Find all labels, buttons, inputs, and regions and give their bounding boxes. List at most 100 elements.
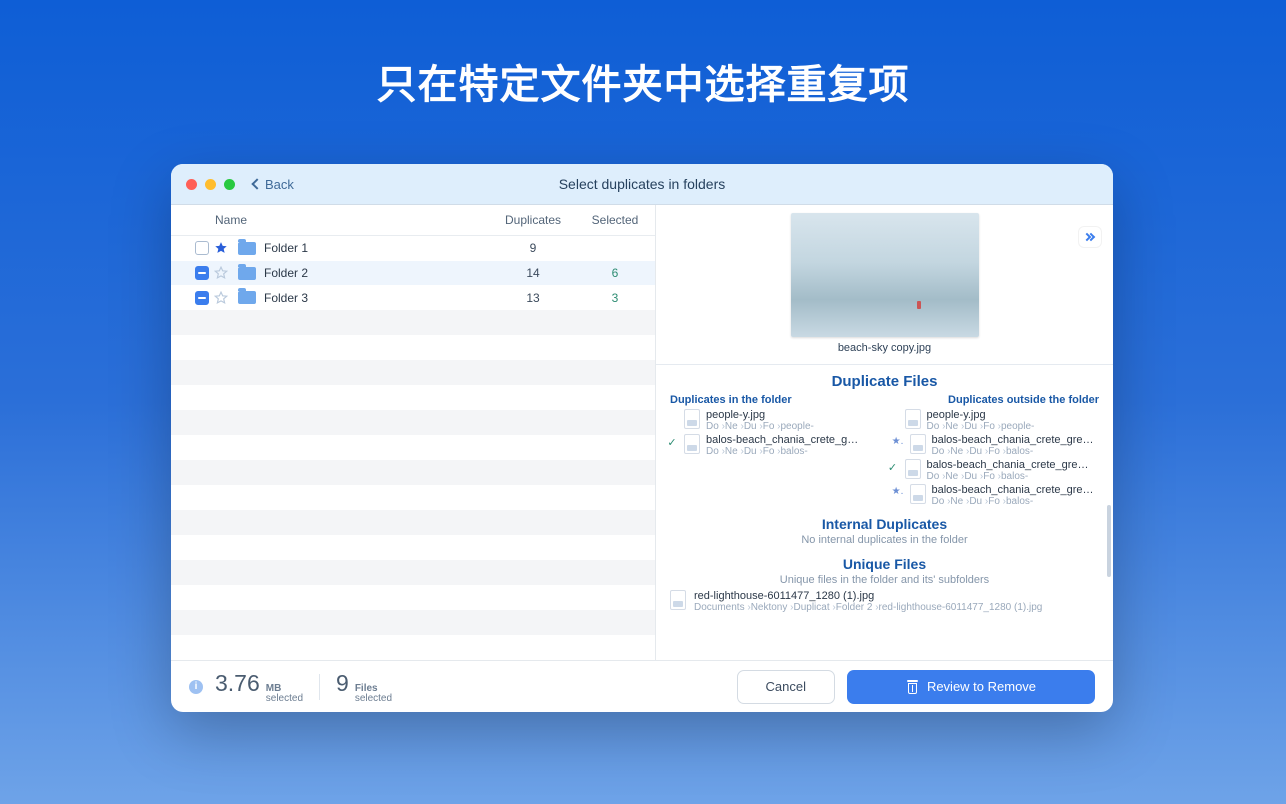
folder-name: Folder 3 [264, 291, 308, 305]
review-to-remove-button[interactable]: Review to Remove [847, 670, 1095, 704]
stat-size: 3.76 MB selected [215, 670, 303, 704]
image-file-icon [684, 409, 700, 429]
folder-name: Folder 1 [264, 241, 308, 255]
close-window-button[interactable] [186, 179, 197, 190]
window-title: Select duplicates in folders [171, 176, 1113, 192]
folder-row[interactable]: Folder 1 9 [171, 236, 655, 261]
file-path: DocumentsNektonyDuplicatFolder 2red-ligh… [694, 602, 1099, 613]
back-label: Back [265, 177, 294, 192]
header-duplicates[interactable]: Duplicates [491, 213, 575, 227]
subheader-in-folder: Duplicates in the folder [670, 394, 792, 406]
star-icon[interactable]: ★. [892, 484, 904, 498]
unique-file-item[interactable]: red-lighthouse-6011477_1280 (1).jpg Docu… [656, 586, 1113, 613]
file-name: balos-beach_chania_crete_gre… [932, 434, 1104, 446]
file-name: balos-beach_chania_crete_gre… [932, 484, 1104, 496]
file-path: DoNeDuFobalos- [706, 446, 883, 457]
folder-column-headers: Name Duplicates Selected [171, 205, 655, 236]
folder-row[interactable]: Folder 3 13 3 [171, 285, 655, 310]
duplicate-item[interactable]: people-y.jpg DoNeDuFopeople- [885, 408, 1106, 433]
app-window: Back Select duplicates in folders Name D… [171, 164, 1113, 712]
preview-filename: beach-sky copy.jpg [656, 342, 1113, 354]
duplicate-grid: people-y.jpg DoNeDuFopeople- ✓ balos-bea… [656, 408, 1113, 508]
check-icon[interactable]: ✓ [887, 459, 899, 474]
folder-row[interactable]: Folder 2 14 6 [171, 261, 655, 286]
duplicate-count: 14 [491, 266, 575, 280]
file-name: people-y.jpg [927, 409, 1104, 421]
folder-icon [238, 242, 256, 255]
stat-files-value: 9 [336, 670, 349, 697]
item-mark[interactable] [666, 409, 678, 411]
image-file-icon [905, 409, 921, 429]
stat-size-label: selected [266, 694, 303, 704]
maximize-window-button[interactable] [224, 179, 235, 190]
checkbox[interactable] [195, 266, 209, 280]
duplicate-count: 13 [491, 291, 575, 305]
duplicate-item[interactable]: people-y.jpg DoNeDuFopeople- [664, 408, 885, 433]
minimize-window-button[interactable] [205, 179, 216, 190]
back-button[interactable]: Back [253, 177, 294, 192]
duplicate-count: 9 [491, 241, 575, 255]
info-icon[interactable]: i [189, 680, 203, 694]
review-button-label: Review to Remove [927, 679, 1036, 694]
file-name: people-y.jpg [706, 409, 883, 421]
expand-preview-button[interactable] [1079, 227, 1101, 247]
duplicate-item[interactable]: ★. balos-beach_chania_crete_gre… DoNeDuF… [885, 433, 1106, 458]
main-area: Name Duplicates Selected Folder 1 9 [171, 205, 1113, 660]
star-icon[interactable]: ★. [892, 434, 904, 448]
file-path: DoNeDuFobalos- [932, 446, 1104, 457]
chevron-left-icon [251, 178, 262, 189]
duplicate-col-out: people-y.jpg DoNeDuFopeople- ★. balos-be… [885, 408, 1106, 508]
footer: i 3.76 MB selected 9 Files selected Canc… [171, 660, 1113, 712]
stat-files: 9 Files selected [336, 670, 392, 704]
duplicate-item[interactable]: ★. balos-beach_chania_crete_gre… DoNeDuF… [885, 483, 1106, 508]
internal-duplicates-title: Internal Duplicates [656, 516, 1113, 532]
stat-files-label: selected [355, 694, 392, 704]
trash-icon [906, 680, 919, 694]
stat-files-unit: Files [355, 684, 392, 694]
preview-area: beach-sky copy.jpg [656, 205, 1113, 358]
file-path: DoNeDuFopeople- [706, 421, 883, 432]
scrollbar[interactable] [1107, 505, 1111, 577]
duplicate-subheaders: Duplicates in the folder Duplicates outs… [656, 390, 1113, 408]
file-path: DoNeDuFopeople- [927, 421, 1104, 432]
image-file-icon [670, 590, 686, 610]
image-file-icon [910, 434, 926, 454]
header-name[interactable]: Name [215, 213, 247, 227]
folder-icon [238, 267, 256, 280]
selected-count: 6 [575, 266, 655, 280]
file-name: balos-beach_chania_crete_g… [706, 434, 883, 446]
duplicate-col-in: people-y.jpg DoNeDuFopeople- ✓ balos-bea… [664, 408, 885, 508]
traffic-lights [186, 179, 235, 190]
checkbox[interactable] [195, 291, 209, 305]
header-selected[interactable]: Selected [575, 213, 655, 227]
cancel-button[interactable]: Cancel [737, 670, 835, 704]
stat-size-unit: MB [266, 684, 303, 694]
file-name: balos-beach_chania_crete_gre… [927, 459, 1104, 471]
image-file-icon [910, 484, 926, 504]
duplicate-item[interactable]: ✓ balos-beach_chania_crete_gre… DoNeDuFo… [885, 458, 1106, 483]
checkbox[interactable] [195, 241, 209, 255]
stat-size-value: 3.76 [215, 670, 260, 697]
check-icon[interactable]: ✓ [666, 434, 678, 449]
selected-count: 3 [575, 291, 655, 305]
file-path: DoNeDuFobalos- [927, 471, 1104, 482]
item-mark[interactable] [887, 409, 899, 411]
image-file-icon [905, 459, 921, 479]
folder-icon [238, 291, 256, 304]
duplicate-item[interactable]: ✓ balos-beach_chania_crete_g… DoNeDuFoba… [664, 433, 885, 458]
subheader-outside-folder: Duplicates outside the folder [948, 394, 1099, 406]
star-icon[interactable] [214, 291, 228, 305]
preview-image[interactable] [791, 213, 979, 337]
file-name: red-lighthouse-6011477_1280 (1).jpg [694, 590, 1099, 602]
folder-panel: Name Duplicates Selected Folder 1 9 [171, 205, 656, 660]
duplicate-files-title: Duplicate Files [656, 373, 1113, 390]
internal-duplicates-note: No internal duplicates in the folder [656, 534, 1113, 546]
unique-files-note: Unique files in the folder and its' subf… [656, 574, 1113, 586]
star-icon[interactable] [214, 266, 228, 280]
image-file-icon [684, 434, 700, 454]
empty-rows [171, 310, 655, 660]
star-icon[interactable] [214, 241, 228, 255]
unique-files-title: Unique Files [656, 556, 1113, 572]
folder-name: Folder 2 [264, 266, 308, 280]
detail-panel: beach-sky copy.jpg Duplicate Files Dupli… [656, 205, 1113, 660]
